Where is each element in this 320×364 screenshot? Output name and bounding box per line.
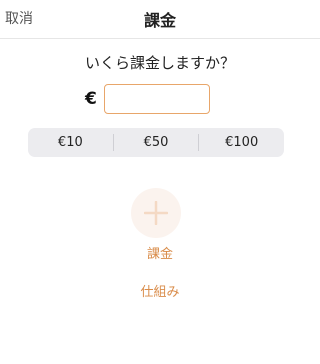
how-it-works-link[interactable]: 仕組み [0,281,320,300]
add-charge-button[interactable] [131,188,181,238]
plus-icon [144,201,168,225]
amount-question: いくら課金しますか？ [84,54,235,72]
preset-amount-selector: €10 €50 €100 [28,128,284,157]
top-bar: 取消 課金 [0,0,320,39]
currency-symbol: € [85,89,97,109]
amount-input[interactable] [104,84,210,114]
page-title: 課金 [143,11,176,30]
preset-50-button[interactable]: €50 [112,134,199,151]
add-charge-label[interactable]: 課金 [0,243,320,262]
preset-100-button[interactable]: €100 [198,134,284,151]
preset-10-button[interactable]: €10 [28,134,113,151]
